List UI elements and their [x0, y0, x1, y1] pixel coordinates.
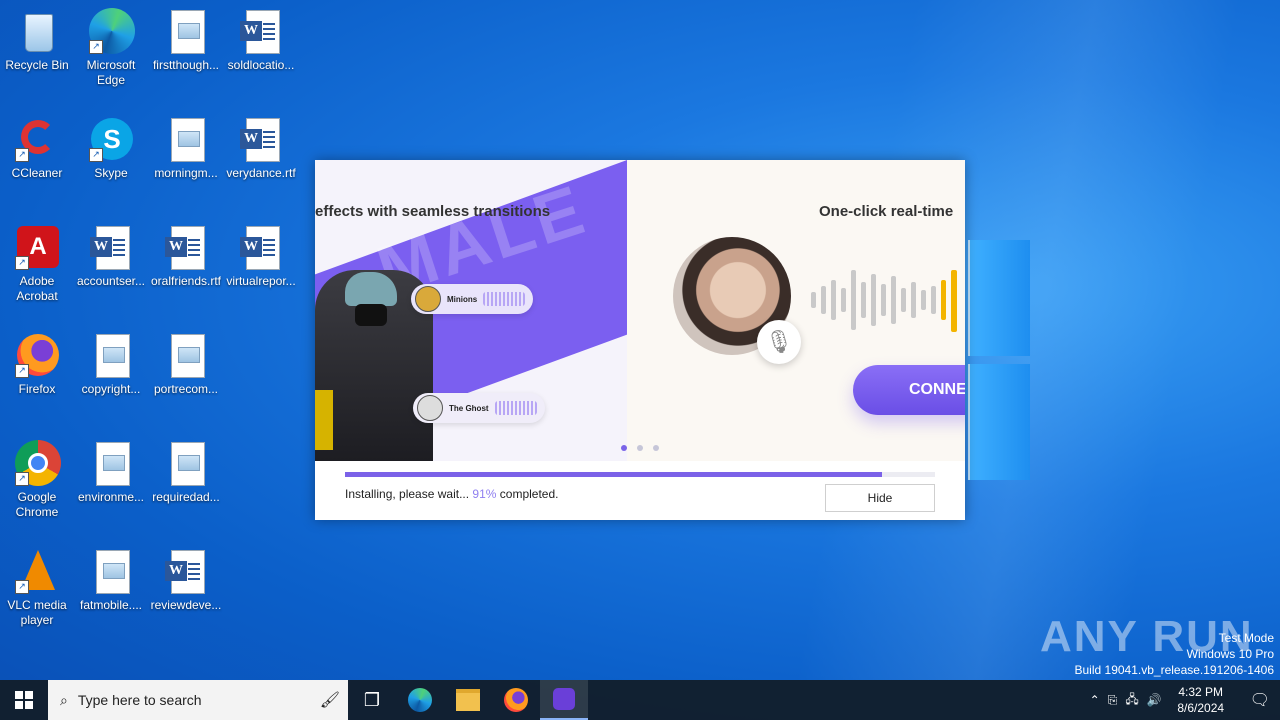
windows-start-icon: [15, 691, 33, 709]
desktop-icon-environme[interactable]: environme...: [74, 440, 148, 505]
skype-icon: S ↗: [87, 116, 135, 164]
desktop-icon-requiredad[interactable]: requiredad...: [149, 440, 223, 505]
install-progress-fill: [345, 472, 882, 477]
install-status-text: Installing, please wait... 91% completed…: [345, 487, 559, 501]
task-view-icon: ❐: [363, 689, 381, 710]
install-progress-bar: [345, 472, 935, 477]
waveform-icon: [494, 401, 537, 415]
image-file-icon: [162, 8, 210, 56]
desktop-icon-reviewdeve[interactable]: W reviewdeve...: [149, 548, 223, 613]
word-document-icon: W: [237, 116, 285, 164]
desktop-icon-soldlocatio[interactable]: W soldlocatio...: [224, 8, 298, 73]
voice-pill-minions: Minions: [411, 284, 534, 314]
ghost-avatar-icon: [417, 395, 443, 421]
voice-pill-ghost: The Ghost: [413, 393, 545, 423]
system-tray: ⌃ ⎘ 🖧 🔊 4:32 PM 8/6/2024 🗨: [1090, 680, 1280, 720]
search-highlight-icon: 🖌: [319, 692, 340, 709]
clock[interactable]: 4:32 PM 8/6/2024: [1170, 684, 1232, 716]
desktop-icon-portrecom[interactable]: portrecom...: [149, 332, 223, 397]
desktop-icon-firstthough[interactable]: firstthough...: [149, 8, 223, 73]
hide-button[interactable]: Hide: [825, 484, 935, 512]
desktop-icon-verydance[interactable]: W verydance.rtf: [224, 116, 298, 181]
taskbar-search-box[interactable]: ⌕ Type here to search 🖌: [48, 680, 348, 720]
edge-icon: ↗: [87, 8, 135, 56]
desktop-icon-oralfriends[interactable]: W oralfriends.rtf: [149, 224, 223, 289]
desktop-icon-fatmobile[interactable]: fatmobile....: [74, 548, 148, 613]
microphone-icon: 🎙: [757, 320, 801, 364]
search-placeholder: Type here to search: [77, 692, 202, 708]
chrome-icon: ↗: [13, 440, 61, 488]
image-file-icon: [162, 332, 210, 380]
taskbar-firefox[interactable]: [492, 680, 540, 720]
desktop-icon-morningm[interactable]: morningm...: [149, 116, 223, 181]
network-icon[interactable]: 🖧: [1125, 690, 1138, 711]
audio-waveform-icon: [811, 270, 957, 332]
ccleaner-icon: ↗: [13, 116, 61, 164]
adobe-acrobat-icon: A ↗: [13, 224, 61, 272]
desktop-icon-adobe-acrobat[interactable]: A ↗ Adobe Acrobat: [0, 224, 74, 304]
vlc-icon: ↗: [13, 548, 61, 596]
desktop-icon-accountser[interactable]: W accountser...: [74, 224, 148, 289]
carousel-slide-voice-effects: MALE effects with seamless transitions M…: [315, 160, 627, 461]
word-document-icon: W: [237, 8, 285, 56]
folder-icon: [456, 689, 480, 711]
start-button[interactable]: [0, 680, 48, 720]
chevron-up-icon[interactable]: ⌃: [1090, 693, 1100, 707]
slide-headline-left: effects with seamless transitions: [315, 203, 551, 220]
carousel-dots: [621, 445, 659, 451]
desktop-icon-recycle-bin[interactable]: Recycle Bin: [0, 8, 74, 73]
desktop-icon-ccleaner[interactable]: ↗ CCleaner: [0, 116, 74, 181]
desktop-icon-virtualrepor[interactable]: W virtualrepor...: [224, 224, 298, 289]
taskbar-edge[interactable]: [396, 680, 444, 720]
recycle-bin-icon: [13, 8, 61, 56]
carousel-dot[interactable]: [621, 445, 627, 451]
word-document-icon: W: [162, 548, 210, 596]
carousel-dot[interactable]: [653, 445, 659, 451]
minion-avatar-icon: [415, 286, 441, 312]
desktop-icon-microsoft-edge[interactable]: ↗ Microsoft Edge: [74, 8, 148, 88]
test-mode-text: Test Mode Windows 10 Pro Build 19041.vb_…: [1074, 631, 1275, 677]
windows-logo-wallpaper: [968, 240, 1030, 480]
image-file-icon: [87, 440, 135, 488]
search-icon: ⌕: [60, 691, 68, 708]
carousel-dot[interactable]: [637, 445, 643, 451]
desktop-icon-firefox[interactable]: ↗ Firefox: [0, 332, 74, 397]
desktop-icon-vlc[interactable]: ↗ VLC media player: [0, 548, 74, 628]
notifications-icon[interactable]: 🗨: [1250, 690, 1270, 710]
slide-headline-right: One-click real-time: [819, 203, 954, 220]
carousel-slide-realtime: One-click real-time 🎙 CONNE: [627, 160, 965, 461]
firefox-icon: [504, 688, 528, 712]
clock-time: 4:32 PM: [1178, 685, 1224, 699]
waveform-icon: [483, 292, 526, 306]
taskbar: ⌕ Type here to search 🖌 ❐ ⌃ ⎘ 🖧 🔊 4:32 P…: [0, 680, 1280, 720]
volume-icon[interactable]: 🔊: [1147, 693, 1162, 707]
firefox-icon: ↗: [13, 332, 61, 380]
image-file-icon: [87, 548, 135, 596]
image-file-icon: [162, 116, 210, 164]
word-document-icon: W: [87, 224, 135, 272]
desktop-icon-copyright[interactable]: copyright...: [74, 332, 148, 397]
word-document-icon: W: [162, 224, 210, 272]
desktop-icon-skype[interactable]: S ↗ Skype: [74, 116, 148, 181]
taskbar-installer-app[interactable]: [540, 680, 588, 720]
taskbar-file-explorer[interactable]: [444, 680, 492, 720]
install-percent: 91%: [472, 487, 497, 501]
edge-icon: [408, 688, 432, 712]
desktop-icon-google-chrome[interactable]: ↗ Google Chrome: [0, 440, 74, 520]
usb-icon[interactable]: ⎘: [1108, 693, 1118, 708]
connect-button[interactable]: CONNE: [853, 365, 965, 415]
installer-window: MALE effects with seamless transitions M…: [315, 160, 965, 520]
image-file-icon: [87, 332, 135, 380]
clock-date: 8/6/2024: [1177, 701, 1225, 715]
image-file-icon: [162, 440, 210, 488]
voice-changer-app-icon: [553, 688, 575, 710]
word-document-icon: W: [237, 224, 285, 272]
task-view-button[interactable]: ❐: [348, 680, 396, 720]
